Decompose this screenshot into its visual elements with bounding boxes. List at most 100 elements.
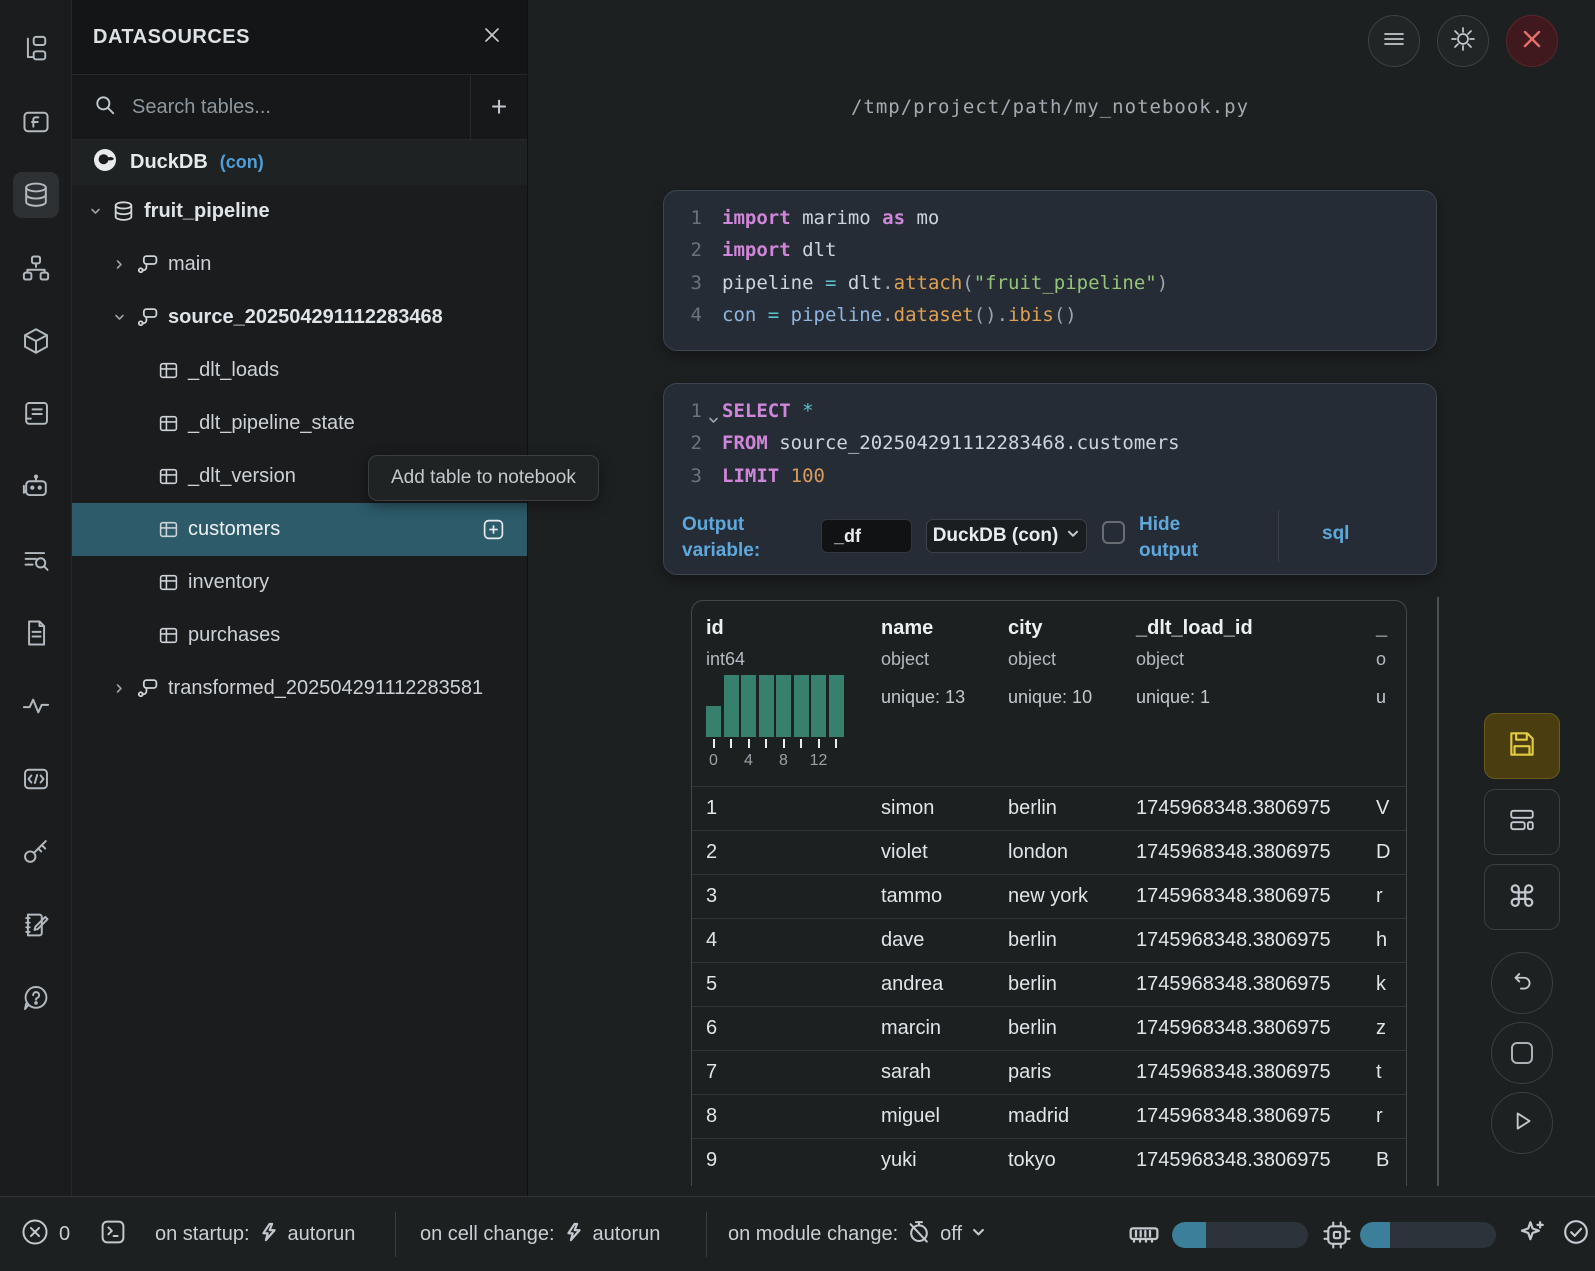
on-module-change-toggle[interactable]: on module change: off bbox=[728, 1197, 986, 1271]
tree-item-purchases[interactable]: purchases bbox=[72, 609, 527, 662]
tree-item-label: purchases bbox=[188, 624, 280, 647]
chevron-right-icon[interactable] bbox=[112, 258, 126, 271]
close-panel-icon[interactable] bbox=[481, 24, 503, 51]
tree-item-inventory[interactable]: inventory bbox=[72, 556, 527, 609]
tree-item-main[interactable]: main bbox=[72, 238, 527, 291]
panel-title: DATASOURCES bbox=[93, 26, 250, 49]
run-button[interactable] bbox=[1491, 1092, 1553, 1154]
chevron-right-icon[interactable] bbox=[112, 682, 126, 695]
on-cell-change-toggle[interactable]: on cell change: autorun bbox=[420, 1197, 660, 1271]
documentation-icon[interactable] bbox=[13, 610, 59, 656]
undo-button[interactable] bbox=[1491, 952, 1553, 1014]
scratchpad-icon[interactable] bbox=[13, 902, 59, 948]
packages-icon[interactable] bbox=[13, 318, 59, 364]
secrets-icon[interactable] bbox=[13, 829, 59, 875]
on-cell-change-value: autorun bbox=[593, 1223, 661, 1246]
help-icon[interactable] bbox=[13, 975, 59, 1021]
datasources-icon[interactable] bbox=[13, 172, 59, 218]
connection-row[interactable]: DuckDB (con) bbox=[72, 140, 527, 185]
gear-icon bbox=[1449, 25, 1477, 58]
column-header-city[interactable]: cityobjectunique: 10 bbox=[994, 601, 1122, 786]
ram-usage-meter bbox=[1172, 1222, 1308, 1248]
tree-item-fruit_pipeline[interactable]: fruit_pipeline bbox=[72, 185, 527, 238]
column-header-_[interactable]: _ou bbox=[1362, 601, 1407, 786]
dependencies-icon[interactable] bbox=[13, 245, 59, 291]
tree-item-_dlt_pipeline_state[interactable]: _dlt_pipeline_state bbox=[72, 397, 527, 450]
check-circle-icon bbox=[1562, 1218, 1590, 1252]
search-icon bbox=[94, 94, 116, 121]
tree-item-label: fruit_pipeline bbox=[144, 200, 270, 223]
code-cell-python[interactable]: 1import marimo as mo2import dlt3pipeline… bbox=[663, 190, 1437, 351]
hide-output-checkbox[interactable] bbox=[1102, 521, 1125, 544]
chevron-down-icon[interactable] bbox=[88, 205, 102, 218]
search-tables-input[interactable] bbox=[130, 95, 400, 120]
layout-toggle-button[interactable] bbox=[1484, 789, 1560, 855]
statusbar-divider bbox=[706, 1212, 707, 1257]
add-table-to-notebook-button[interactable] bbox=[482, 518, 505, 547]
tree-item-transformed_202504291112283581[interactable]: transformed_202504291112283581 bbox=[72, 662, 527, 715]
table-row: 7sarahparis1745968348.3806975t bbox=[692, 1050, 1406, 1094]
tree-item-customers[interactable]: customers bbox=[72, 503, 527, 556]
datasource-tree: fruit_pipelinemainsource_202504291112283… bbox=[72, 185, 527, 715]
notebook-area: /tmp/project/path/my_notebook.py 1import… bbox=[528, 0, 1595, 1196]
engine-select[interactable]: DuckDB (con) bbox=[926, 519, 1087, 553]
hamburger-icon bbox=[1381, 26, 1407, 57]
schema-icon bbox=[136, 677, 159, 700]
chevron-down-icon[interactable] bbox=[112, 311, 126, 324]
add-datasource-button[interactable]: + bbox=[470, 75, 527, 139]
table-row: 9yukitokyo1745968348.3806975B bbox=[692, 1138, 1406, 1182]
on-cell-change-label: on cell change: bbox=[420, 1223, 555, 1246]
hide-output-label: Hide output bbox=[1139, 512, 1219, 564]
ram-icon bbox=[1128, 1197, 1160, 1271]
outputs-icon[interactable] bbox=[13, 391, 59, 437]
table-icon bbox=[158, 466, 179, 487]
interrupt-button[interactable] bbox=[1491, 1022, 1553, 1084]
ai-chat-icon[interactable] bbox=[13, 464, 59, 510]
line-number: 4 bbox=[664, 299, 716, 331]
id-histogram: 04812 bbox=[706, 675, 852, 770]
column-header-name[interactable]: nameobjectunique: 13 bbox=[867, 601, 994, 786]
table-row: 4daveberlin1745968348.3806975h bbox=[692, 918, 1406, 962]
column-header-_dlt_load_id[interactable]: _dlt_load_idobjectunique: 1 bbox=[1122, 601, 1362, 786]
chevron-down-icon bbox=[1066, 525, 1080, 547]
tree-item-_dlt_loads[interactable]: _dlt_loads bbox=[72, 344, 527, 397]
column-header-id[interactable]: idint6404812 bbox=[692, 601, 867, 786]
line-number: 1 bbox=[664, 202, 716, 234]
sparkles-icon bbox=[1520, 1219, 1546, 1251]
shutdown-button[interactable] bbox=[1506, 15, 1558, 67]
command-icon: ⌘ bbox=[1507, 880, 1537, 915]
cpu-usage-meter bbox=[1360, 1222, 1496, 1248]
table-icon bbox=[158, 519, 179, 540]
menu-button[interactable] bbox=[1368, 15, 1420, 67]
output-variable-input[interactable] bbox=[821, 519, 912, 553]
tree-item-source_202504291112283468[interactable]: source_202504291112283468 bbox=[72, 291, 527, 344]
tracing-icon[interactable] bbox=[13, 683, 59, 729]
command-palette-button[interactable]: ⌘ bbox=[1484, 864, 1560, 930]
database-icon bbox=[112, 200, 135, 223]
ai-sparkles-button[interactable] bbox=[1520, 1197, 1546, 1271]
terminal-icon bbox=[98, 1217, 128, 1253]
save-button[interactable] bbox=[1484, 713, 1560, 779]
line-number: 2 bbox=[664, 234, 716, 266]
notebook-path: /tmp/project/path/my_notebook.py bbox=[663, 96, 1437, 118]
lightning-icon bbox=[564, 1222, 584, 1248]
functions-icon[interactable] bbox=[13, 99, 59, 145]
code-cell-sql[interactable]: 1SELECT *2FROM source_202504291112283468… bbox=[663, 383, 1437, 575]
table-row: 6marcinberlin1745968348.3806975z bbox=[692, 1006, 1406, 1050]
duckdb-logo-icon bbox=[92, 147, 118, 178]
play-icon bbox=[1509, 1108, 1535, 1139]
close-x-icon bbox=[1520, 27, 1544, 56]
tree-item-label: inventory bbox=[188, 571, 269, 594]
datasources-header: DATASOURCES bbox=[72, 0, 527, 75]
errors-indicator[interactable]: 0 bbox=[20, 1197, 70, 1271]
connection-name: DuckDB bbox=[130, 151, 208, 174]
snippets-icon[interactable] bbox=[13, 756, 59, 802]
terminal-button[interactable] bbox=[98, 1197, 128, 1271]
language-badge: sql bbox=[1322, 523, 1349, 545]
file-explorer-icon[interactable] bbox=[13, 26, 59, 72]
settings-button[interactable] bbox=[1437, 15, 1489, 67]
logs-icon[interactable] bbox=[13, 537, 59, 583]
output-table: idint6404812nameobjectunique: 13cityobje… bbox=[691, 600, 1407, 1186]
controls-divider bbox=[1278, 510, 1279, 562]
on-startup-toggle[interactable]: on startup: autorun bbox=[155, 1197, 355, 1271]
